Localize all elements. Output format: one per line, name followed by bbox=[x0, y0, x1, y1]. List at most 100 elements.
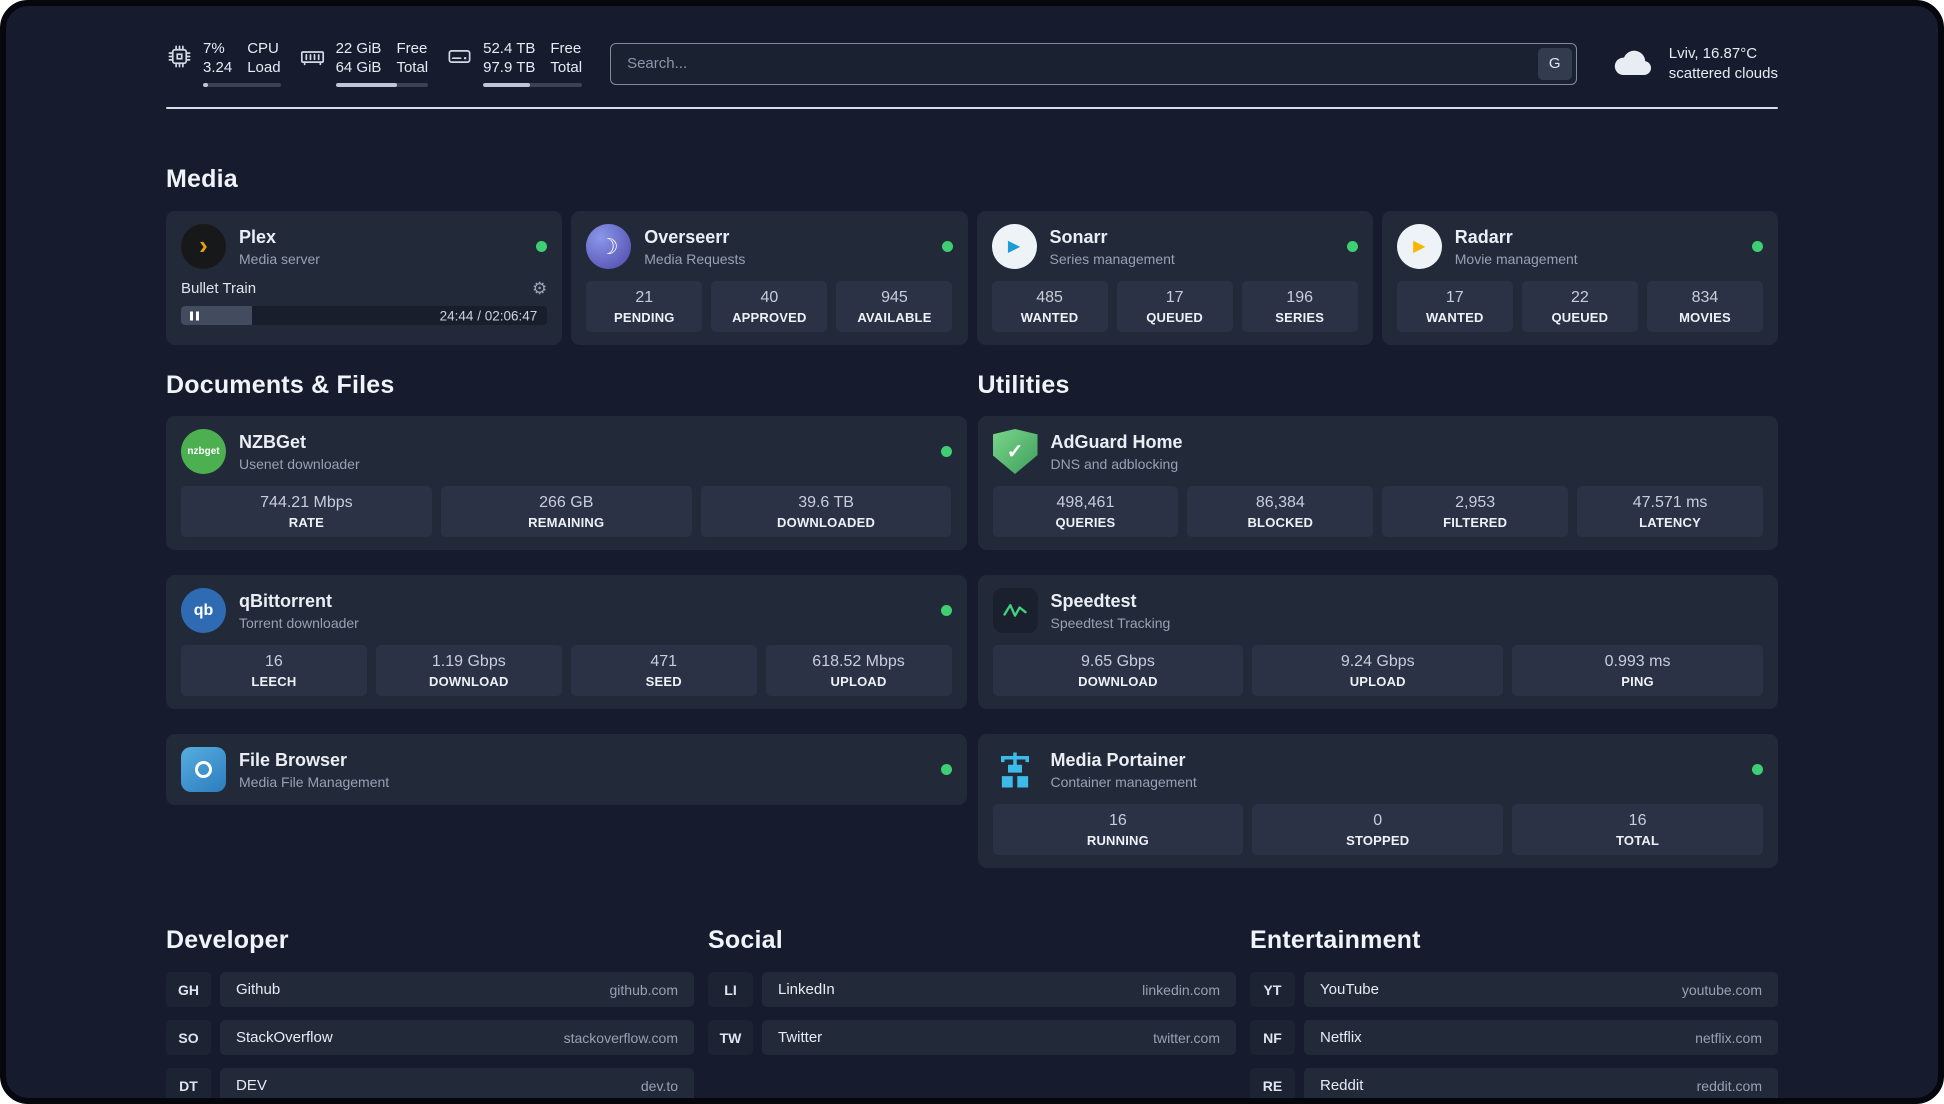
card-subtitle: Usenet downloader bbox=[239, 455, 360, 472]
filebrowser-icon bbox=[181, 747, 226, 792]
stat-ping: 0.993 ms PING bbox=[1512, 645, 1763, 696]
card-title: Media Portainer bbox=[1050, 749, 1186, 770]
search-input[interactable] bbox=[610, 42, 1577, 85]
bookmark-link-linkedin[interactable]: LinkedIn linkedin.com bbox=[762, 972, 1236, 1007]
ram-free-label: Free bbox=[396, 40, 428, 57]
stat-label: UPLOAD bbox=[1349, 673, 1406, 689]
bookmark-abbr: RE bbox=[1250, 1068, 1295, 1098]
card-subtitle: DNS and adblocking bbox=[1050, 455, 1179, 472]
bookmark-link-github[interactable]: Github github.com bbox=[220, 972, 694, 1007]
stat-value: 9.65 Gbps bbox=[1081, 652, 1155, 670]
bookmark-abbr: NF bbox=[1250, 1020, 1295, 1055]
bookmark-url: dev.to bbox=[640, 1077, 678, 1094]
search-engine-button[interactable]: G bbox=[1537, 47, 1572, 80]
stat-running: 16 RUNNING bbox=[992, 804, 1244, 855]
bookmark-link-netflix[interactable]: Netflix netflix.com bbox=[1304, 1020, 1778, 1055]
stat-download: 1.19 Gbps DOWNLOAD bbox=[375, 645, 562, 696]
bookmark-group-entertainment: Entertainment YT YouTube youtube.com NF … bbox=[1250, 926, 1778, 1098]
card-subtitle: Media File Management bbox=[239, 773, 390, 790]
card-portainer[interactable]: Media Portainer Container management 16 … bbox=[977, 734, 1778, 868]
card-sonarr[interactable]: ▶ Sonarr Series management 485 WANTED 17… bbox=[976, 211, 1373, 345]
bookmark-link-twitter[interactable]: Twitter twitter.com bbox=[762, 1020, 1236, 1055]
weather-widget: Lviv, 16.87°C scattered clouds bbox=[1611, 44, 1778, 84]
status-dot bbox=[941, 241, 953, 252]
card-title: NZBGet bbox=[239, 431, 306, 452]
bookmark-name: Twitter bbox=[778, 1029, 823, 1046]
stat-label: WANTED bbox=[1020, 309, 1079, 325]
bookmark-url: netflix.com bbox=[1695, 1029, 1762, 1046]
stat-label: RATE bbox=[288, 514, 325, 530]
stat-series: 196 SERIES bbox=[1241, 281, 1358, 332]
stat-value: 17 bbox=[1445, 288, 1464, 306]
bookmark-url: youtube.com bbox=[1681, 981, 1762, 998]
bookmark-row-youtube: YT YouTube youtube.com bbox=[1250, 972, 1778, 1007]
card-title: Radarr bbox=[1454, 226, 1513, 247]
card-adguard[interactable]: ✓ AdGuard Home DNS and adblocking 498,46… bbox=[977, 416, 1778, 550]
stat-value: 266 GB bbox=[539, 493, 594, 511]
section-title-entertainment: Entertainment bbox=[1250, 926, 1421, 954]
stat-value: 498,461 bbox=[1056, 493, 1115, 511]
settings-gear-icon[interactable]: ⚙ bbox=[532, 280, 547, 297]
cpu-chip-icon bbox=[166, 40, 193, 70]
stat-value: 0 bbox=[1373, 811, 1383, 829]
bookmark-name: DEV bbox=[236, 1077, 267, 1094]
bookmark-abbr: SO bbox=[166, 1020, 211, 1055]
stat-total: 16 TOTAL bbox=[1512, 804, 1763, 855]
card-speedtest[interactable]: Speedtest Speedtest Tracking 9.65 Gbps D… bbox=[977, 575, 1778, 709]
pause-button[interactable] bbox=[190, 311, 199, 320]
stat-label: LATENCY bbox=[1639, 514, 1701, 530]
bookmark-link-stackoverflow[interactable]: StackOverflow stackoverflow.com bbox=[220, 1020, 694, 1055]
stat-label: WANTED bbox=[1426, 309, 1484, 325]
stat-seed: 471 SEED bbox=[570, 645, 757, 696]
stat-wanted: 485 WANTED bbox=[991, 281, 1108, 332]
card-title: Plex bbox=[239, 226, 277, 247]
bookmark-url: linkedin.com bbox=[1142, 981, 1220, 998]
card-qbittorrent[interactable]: qb qBittorrent Torrent downloader 16 LEE… bbox=[166, 575, 967, 709]
stat-label: FILTERED bbox=[1443, 514, 1508, 530]
bookmark-name: Github bbox=[236, 981, 281, 998]
weather-location-temp: Lviv, 16.87°C bbox=[1668, 44, 1758, 62]
status-dot bbox=[1752, 764, 1763, 775]
bookmark-link-dev[interactable]: DEV dev.to bbox=[220, 1068, 694, 1098]
stat-filtered: 2,953 FILTERED bbox=[1382, 486, 1569, 537]
stat-remaining: 266 GB REMAINING bbox=[440, 486, 692, 537]
stat-label: UPLOAD bbox=[830, 673, 887, 689]
bookmark-link-reddit[interactable]: Reddit reddit.com bbox=[1304, 1068, 1778, 1098]
qbittorrent-icon: qb bbox=[181, 588, 226, 633]
plex-icon: › bbox=[181, 224, 226, 269]
status-dot bbox=[940, 605, 952, 616]
bookmark-link-youtube[interactable]: YouTube youtube.com bbox=[1304, 972, 1778, 1007]
card-nzbget[interactable]: nzbget NZBGet Usenet downloader 744.21 M… bbox=[166, 416, 967, 550]
bookmark-name: StackOverflow bbox=[236, 1029, 333, 1046]
card-plex[interactable]: › Plex Media server Bullet Train ⚙ 24:44… bbox=[166, 211, 563, 345]
speedtest-icon bbox=[992, 588, 1038, 633]
stat-label: REMAINING bbox=[528, 514, 605, 530]
card-title: qBittorrent bbox=[239, 590, 332, 611]
stat-label: APPROVED bbox=[732, 309, 807, 325]
bookmark-abbr: TW bbox=[708, 1020, 753, 1055]
stat-latency: 47.571 ms LATENCY bbox=[1577, 486, 1763, 537]
stat-value: 471 bbox=[650, 652, 678, 670]
stat-label: DOWNLOADED bbox=[777, 514, 876, 530]
disk-widget: 52.4 TB 97.9 TB Free Total bbox=[446, 40, 583, 87]
stat-rate: 744.21 Mbps RATE bbox=[181, 486, 432, 537]
qbittorrent-wordmark: qb bbox=[193, 601, 214, 619]
bookmark-name: YouTube bbox=[1320, 981, 1379, 998]
stat-leech: 16 LEECH bbox=[181, 645, 367, 696]
stat-label: PENDING bbox=[613, 309, 675, 325]
plex-chevron-glyph: › bbox=[199, 230, 208, 260]
bookmark-name: Reddit bbox=[1320, 1077, 1364, 1094]
radarr-play-glyph: ▶ bbox=[1413, 237, 1426, 255]
card-radarr[interactable]: ▶ Radarr Movie management 17 WANTED 22 Q… bbox=[1381, 211, 1778, 345]
stat-label: RUNNING bbox=[1086, 832, 1149, 848]
status-dot bbox=[940, 446, 952, 457]
bookmark-row-twitter: TW Twitter twitter.com bbox=[708, 1020, 1236, 1055]
nzbget-wordmark: nzbget bbox=[187, 446, 220, 457]
stat-queries: 498,461 QUERIES bbox=[992, 486, 1179, 537]
card-overseerr[interactable]: ☽ Overseerr Media Requests 21 PENDING 40… bbox=[571, 211, 968, 345]
utilities-column: Utilities ✓ AdGuard Home DNS and adblock… bbox=[977, 371, 1778, 868]
card-filebrowser[interactable]: File Browser Media File Management bbox=[166, 734, 967, 805]
stat-queued: 22 QUEUED bbox=[1521, 281, 1638, 332]
overseerr-swirl-glyph: ☽ bbox=[598, 233, 619, 259]
bookmark-abbr: DT bbox=[166, 1068, 211, 1098]
